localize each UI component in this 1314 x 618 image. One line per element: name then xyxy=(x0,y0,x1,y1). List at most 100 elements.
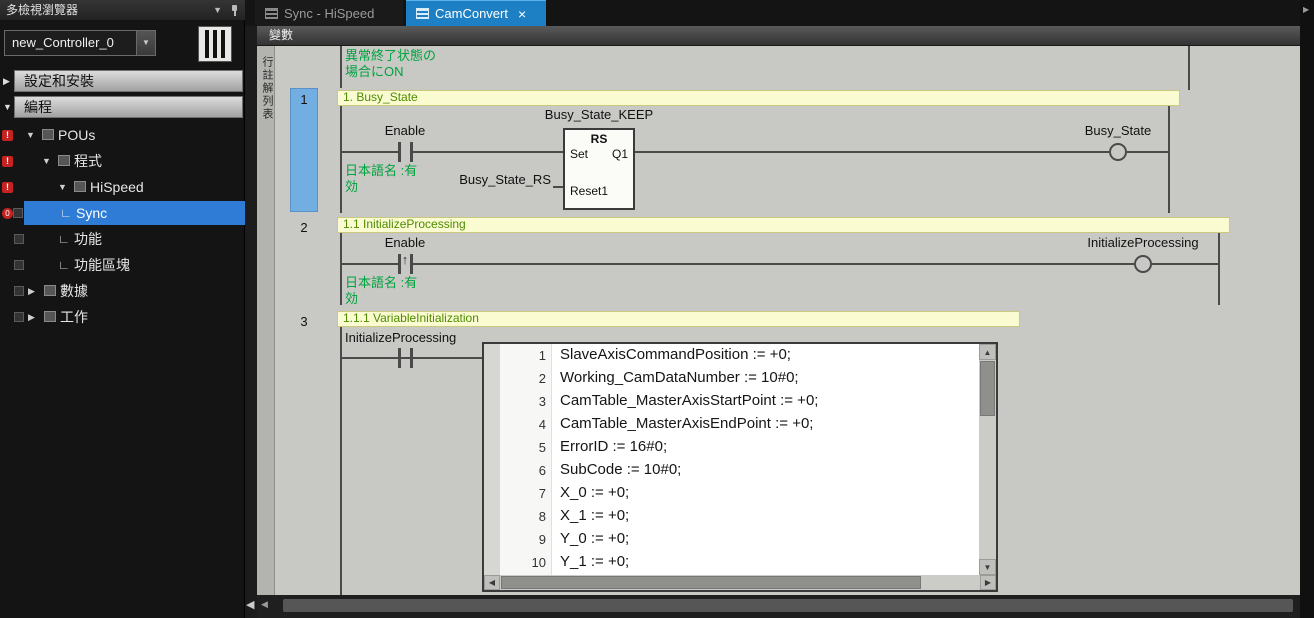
section-programming[interactable]: 編程 xyxy=(14,96,243,118)
close-icon[interactable]: × xyxy=(518,6,526,22)
sidebar-item-tasks[interactable]: ▶ 工作 xyxy=(0,304,245,330)
ladder-program-icon xyxy=(416,8,429,19)
document-tabbar: Sync - HiSpeed CamConvert × xyxy=(245,0,1300,26)
contact-variable[interactable]: Enable xyxy=(365,235,445,250)
rung3-section-header[interactable]: 1.1.1 VariableInitialization xyxy=(337,311,1020,327)
status-square-icon xyxy=(14,286,24,296)
st-line-number: 1 xyxy=(500,348,546,363)
controller-select[interactable]: new_Controller_0 ▼ xyxy=(4,30,156,56)
ladder-editor[interactable]: 行註解列表 異常終了状態の 場合にON 1 1. Busy_State Enab… xyxy=(257,46,1300,595)
tree-expand-icon[interactable]: ▼ xyxy=(42,148,51,174)
scroll-down-icon[interactable]: ▼ xyxy=(979,559,996,575)
inline-st-editor[interactable]: 1 SlaveAxisCommandPosition := +0; 2 Work… xyxy=(482,342,998,592)
fb-pin-q1[interactable]: Q1 xyxy=(612,147,628,161)
tree-collapsed-icon[interactable]: ▶ xyxy=(28,278,35,304)
tab-camconvert[interactable]: CamConvert × xyxy=(406,0,546,26)
sidebar-item-pous[interactable]: ! ▼ POUs xyxy=(0,122,245,148)
rung1-number[interactable]: 1 xyxy=(290,92,318,107)
scrollbar-thumb[interactable] xyxy=(501,576,921,589)
wire xyxy=(635,151,1109,153)
tree-item-label: 數據 xyxy=(60,278,88,304)
st-code-line[interactable]: X_0 := +0; xyxy=(560,484,629,501)
tree-item-label: 程式 xyxy=(74,148,102,174)
status-square-icon xyxy=(14,260,24,270)
contact-initializeprocessing[interactable] xyxy=(410,348,413,368)
tree-expand-icon[interactable]: ▼ xyxy=(26,122,35,148)
right-splitter-strip[interactable]: ▶ xyxy=(1300,0,1314,618)
output-coil[interactable] xyxy=(1109,143,1127,161)
contact-variable[interactable]: Enable xyxy=(365,123,445,138)
left-splitter-strip[interactable] xyxy=(245,26,257,618)
line-comment-strip[interactable]: 行註解列表 xyxy=(257,46,275,595)
tree-collapsed-icon[interactable]: ▶ xyxy=(28,304,35,330)
tree-item-label: 工作 xyxy=(60,304,88,330)
sidebar-item-functions[interactable]: ∟ 功能 xyxy=(0,226,245,252)
contact-enable[interactable] xyxy=(398,142,401,162)
scrollbar-thumb[interactable] xyxy=(283,599,1293,612)
st-code-line[interactable]: CamTable_MasterAxisEndPoint := +0; xyxy=(560,415,813,432)
contact-initializeprocessing[interactable] xyxy=(398,348,401,368)
section-configuration-setup[interactable]: 設定和安裝 xyxy=(14,70,243,92)
sidebar-item-sync[interactable]: 0 ∟ Sync xyxy=(0,200,245,226)
rung2-section-header[interactable]: 1.1 InitializeProcessing xyxy=(337,217,1230,233)
status-square-icon xyxy=(14,234,24,244)
scroll-right-icon[interactable]: ▶ xyxy=(980,575,996,590)
rung1-section-header[interactable]: 1. Busy_State xyxy=(337,90,1180,106)
scrollbar-thumb[interactable] xyxy=(980,361,995,416)
st-line-number: 3 xyxy=(500,394,546,409)
expand-panel-icon[interactable]: ▶ xyxy=(1303,5,1309,14)
coil-variable[interactable]: InitializeProcessing xyxy=(1073,235,1213,250)
st-line-number: 5 xyxy=(500,440,546,455)
tree-item-label: POUs xyxy=(58,122,95,148)
st-code-line[interactable]: SlaveAxisCommandPosition := +0; xyxy=(560,346,791,363)
error-circle-icon: 0 xyxy=(2,208,13,219)
scroll-up-icon[interactable]: ▲ xyxy=(979,344,996,360)
sidebar-item-programs[interactable]: ! ▼ 程式 xyxy=(0,148,245,174)
rung3-number[interactable]: 3 xyxy=(290,314,318,329)
ladder-program-icon xyxy=(265,8,278,19)
collapse-panel-icon[interactable]: ◀ xyxy=(246,598,254,611)
rung2-number[interactable]: 2 xyxy=(290,220,318,235)
tree-expand-icon[interactable]: ▼ xyxy=(58,174,67,200)
st-code-line[interactable]: X_1 := +0; xyxy=(560,507,629,524)
variables-bar[interactable]: 變數 xyxy=(257,26,1300,46)
section-label: 編程 xyxy=(24,99,52,115)
st-code-line[interactable]: Y_1 := +0; xyxy=(560,553,629,570)
section-collapse-icon[interactable]: ▶ xyxy=(3,70,13,92)
wire xyxy=(340,151,398,153)
st-code-line[interactable]: ErrorID := 16#0; xyxy=(560,438,667,455)
explorer-titlebar[interactable]: 多檢視瀏覽器 ▼ xyxy=(0,0,245,20)
tab-sync-hispeed[interactable]: Sync - HiSpeed xyxy=(255,0,403,26)
sidebar-item-data[interactable]: ▶ 數據 xyxy=(0,278,245,304)
explorer-title: 多檢視瀏覽器 xyxy=(6,3,78,17)
st-code-line[interactable]: Y_0 := +0; xyxy=(560,530,629,547)
reset-input-variable[interactable]: Busy_State_RS xyxy=(443,172,551,187)
fb-instance-name[interactable]: Busy_State_KEEP xyxy=(519,107,679,122)
chevron-down-icon[interactable]: ▼ xyxy=(213,0,222,20)
output-coil[interactable] xyxy=(1134,255,1152,273)
wire xyxy=(340,263,398,265)
pin-icon[interactable] xyxy=(230,5,239,16)
st-code-line[interactable]: CamTable_MasterAxisStartPoint := +0; xyxy=(560,392,818,409)
st-code-line[interactable]: SubCode := 10#0; xyxy=(560,461,681,478)
status-square-icon xyxy=(14,312,24,322)
fb-pin-set[interactable]: Set xyxy=(570,147,588,161)
st-code-line[interactable]: Working_CamDataNumber := 10#0; xyxy=(560,369,799,386)
sidebar-item-hispeed[interactable]: ! ▼ HiSpeed xyxy=(0,174,245,200)
error-badge-icon: ! xyxy=(2,156,13,167)
contact-variable[interactable]: InitializeProcessing xyxy=(345,330,456,345)
controller-select-value: new_Controller_0 xyxy=(12,35,114,50)
chevron-down-icon[interactable]: ▼ xyxy=(136,31,155,55)
section-expand-icon[interactable]: ▼ xyxy=(3,96,13,118)
st-horizontal-scrollbar[interactable]: ◀ ▶ xyxy=(484,575,996,590)
scroll-left-icon[interactable]: ◀ xyxy=(261,599,268,610)
rs-function-block[interactable]: RS Set Q1 Reset1 xyxy=(563,128,635,210)
st-line-number: 10 xyxy=(500,555,546,570)
status-square-icon xyxy=(13,208,23,218)
sidebar-item-function-blocks[interactable]: ∟ 功能區塊 xyxy=(0,252,245,278)
fb-pin-reset1[interactable]: Reset1 xyxy=(570,184,608,198)
scroll-left-icon[interactable]: ◀ xyxy=(484,575,500,590)
main-horizontal-scrollbar[interactable]: ◀ xyxy=(257,595,1300,618)
coil-variable[interactable]: Busy_State xyxy=(1053,123,1183,138)
st-vertical-scrollbar[interactable]: ▲ ▼ xyxy=(979,344,996,575)
